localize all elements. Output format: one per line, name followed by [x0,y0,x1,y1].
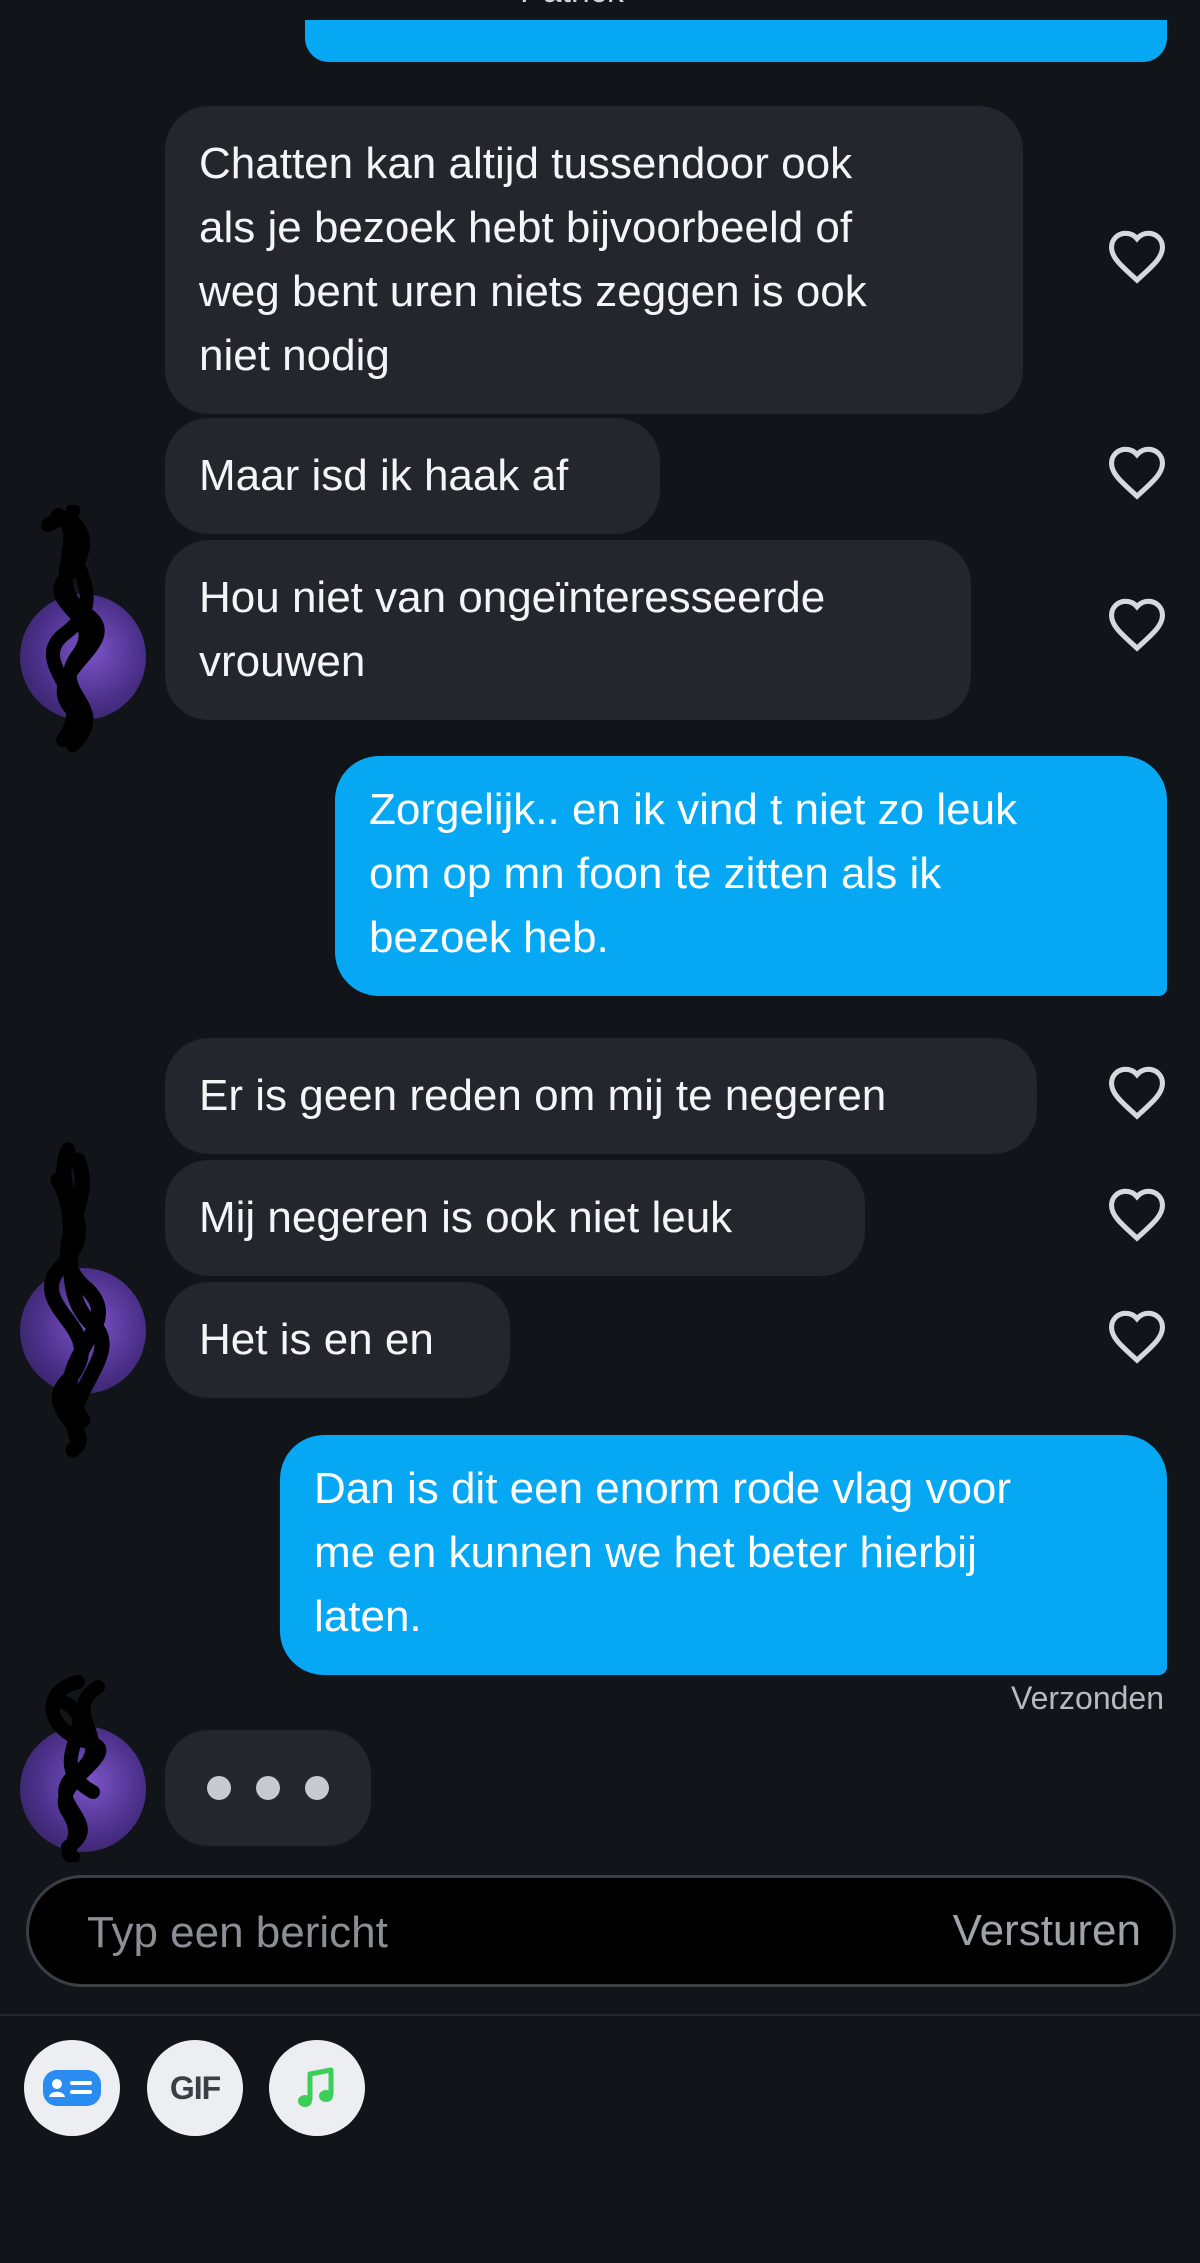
send-button[interactable]: Versturen [953,1906,1141,1956]
divider [0,2014,1200,2016]
gif-icon: GIF [169,2069,221,2106]
id-card-icon [43,2070,101,2106]
gif-button[interactable]: GIF [147,2040,243,2136]
music-button[interactable] [269,2040,365,2136]
incoming-message[interactable]: Het is en en [165,1282,510,1398]
message-input[interactable] [85,1904,789,1962]
contact-name: Patrick [520,0,624,11]
heart-icon[interactable] [1106,1308,1168,1364]
typing-dot [256,1776,280,1800]
typing-dot [207,1776,231,1800]
delivery-status: Verzonden [1010,1680,1164,1716]
typing-indicator [165,1730,371,1846]
incoming-message[interactable]: Er is geen reden om mij te negeren [165,1038,1037,1154]
heart-icon[interactable] [1106,444,1168,500]
profile-card-button[interactable] [24,2040,120,2136]
outgoing-message[interactable]: Zorgelijk.. en ik vind t niet zo leuk om… [335,756,1167,996]
redaction-scribble [44,1142,110,1458]
incoming-message[interactable]: Mij negeren is ook niet leuk [165,1160,865,1276]
heart-icon[interactable] [1106,228,1168,284]
outgoing-message[interactable]: Dan is dit een enorm rode vlag voor me e… [280,1435,1167,1675]
music-note-icon [298,2067,334,2107]
heart-icon[interactable] [1106,1186,1168,1242]
heart-icon[interactable] [1106,1064,1168,1120]
incoming-message[interactable]: Maar isd ik haak af [165,418,660,534]
typing-dot [305,1776,329,1800]
heart-icon[interactable] [1106,596,1168,652]
message-composer: Versturen [26,1875,1176,1987]
redaction-scribble [45,1675,107,1862]
incoming-message[interactable]: Chatten kan altijd tussendoor ook als je… [165,106,1023,414]
redaction-scribble [41,505,105,752]
previous-outgoing-bubble [305,20,1167,62]
incoming-message[interactable]: Hou niet van ongeïnteresseerde vrouwen [165,540,971,720]
